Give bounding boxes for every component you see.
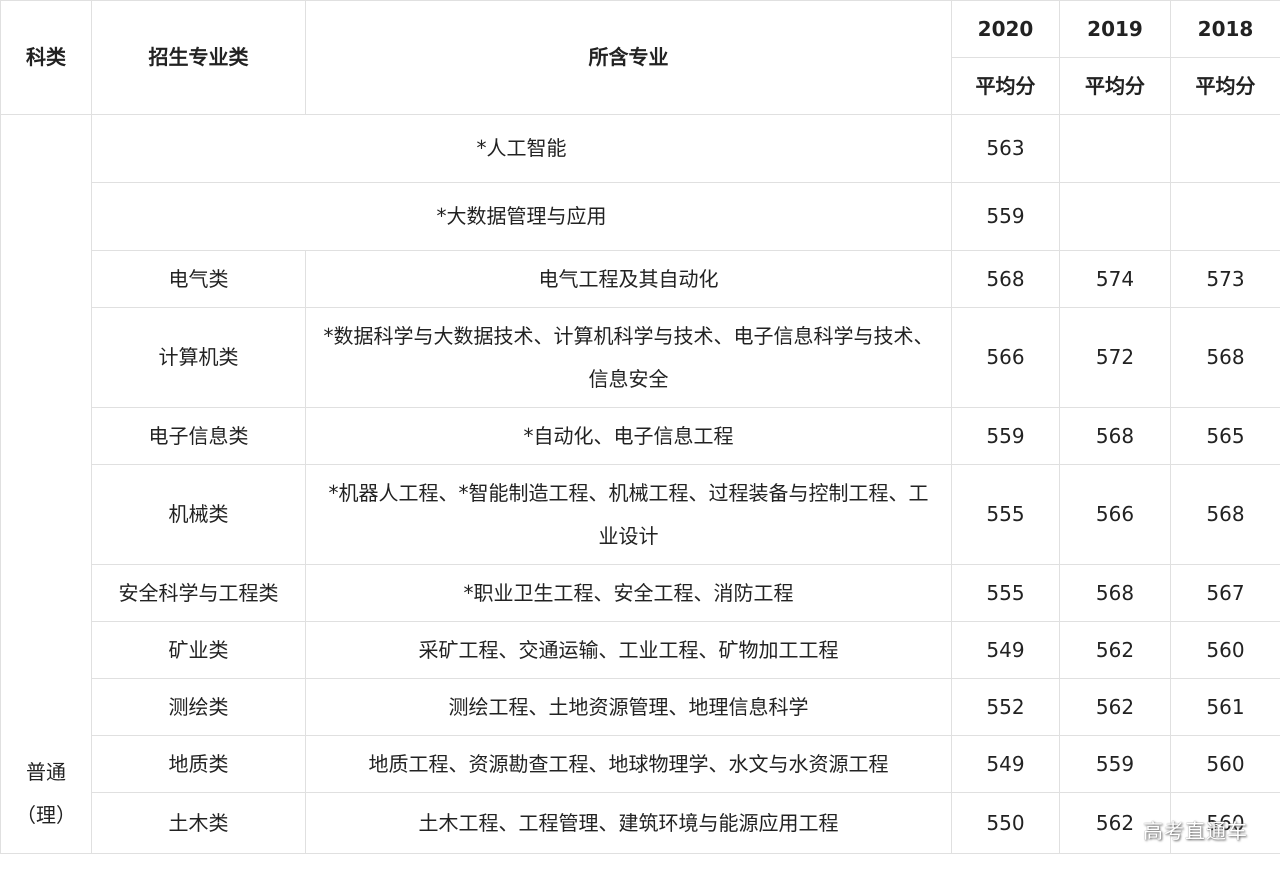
score-2019: 562: [1059, 621, 1171, 679]
majors-cell: 测绘工程、土地资源管理、地理信息科学: [305, 678, 952, 736]
score-2019: 562: [1059, 678, 1171, 736]
score-2020: 549: [951, 621, 1060, 679]
score-2018: 565: [1170, 407, 1280, 465]
header-year-2018: 2018: [1170, 0, 1280, 58]
header-year-2020: 2020: [951, 0, 1060, 58]
majors-cell: 采矿工程、交通运输、工业工程、矿物加工工程: [305, 621, 952, 679]
score-2020: 559: [951, 182, 1060, 251]
score-2020: 559: [951, 407, 1060, 465]
score-2019: 566: [1059, 464, 1171, 565]
category-cell: 地质类: [91, 735, 306, 793]
category-cell: 机械类: [91, 464, 306, 565]
score-2018: 567: [1170, 564, 1280, 622]
table-row: 矿业类 采矿工程、交通运输、工业工程、矿物加工工程 549 562 560: [1, 621, 1280, 679]
category-cell: 电气类: [91, 250, 306, 308]
merged-major-name: *大数据管理与应用: [91, 182, 952, 251]
score-2018: 568: [1170, 464, 1280, 565]
majors-cell: *职业卫生工程、安全工程、消防工程: [305, 564, 952, 622]
score-2019: [1059, 182, 1171, 251]
score-2018: [1170, 182, 1280, 251]
table-row: 电气类 电气工程及其自动化 568 574 573: [1, 250, 1280, 308]
score-2019: 572: [1059, 307, 1171, 408]
table-row: 测绘类 测绘工程、土地资源管理、地理信息科学 552 562 561: [1, 678, 1280, 736]
header-majors: 所含专业: [305, 0, 952, 115]
score-2020: 568: [951, 250, 1060, 308]
merged-major-name: *人工智能: [91, 114, 952, 183]
score-2020: 555: [951, 564, 1060, 622]
category-cell: 计算机类: [91, 307, 306, 408]
score-2020: 552: [951, 678, 1060, 736]
table-row: 安全科学与工程类 *职业卫生工程、安全工程、消防工程 555 568 567: [1, 564, 1280, 622]
score-2018: 560: [1170, 621, 1280, 679]
table-row: 机械类 *机器人工程、*智能制造工程、机械工程、过程装备与控制工程、工业设计 5…: [1, 464, 1280, 565]
majors-cell: *数据科学与大数据技术、计算机科学与技术、电子信息科学与技术、信息安全: [305, 307, 952, 408]
majors-cell: *自动化、电子信息工程: [305, 407, 952, 465]
watermark-text: 高考直通车: [1143, 819, 1248, 843]
header-kelei: 科类: [0, 0, 92, 115]
table-row: 普通 （理） *人工智能 563: [0, 114, 1280, 854]
majors-cell: 地质工程、资源勘查工程、地球物理学、水文与水资源工程: [305, 735, 952, 793]
score-2018: 560: [1170, 735, 1280, 793]
score-2020: 563: [951, 114, 1060, 183]
table-row: 地质类 地质工程、资源勘查工程、地球物理学、水文与水资源工程 549 559 5…: [1, 735, 1280, 793]
kelei-label-line1: 普通: [26, 760, 66, 784]
score-2018: 568: [1170, 307, 1280, 408]
majors-cell: 电气工程及其自动化: [305, 250, 952, 308]
header-year-2019: 2019: [1059, 0, 1171, 58]
score-2019: [1059, 114, 1171, 183]
category-cell: 土木类: [91, 792, 306, 854]
header-category: 招生专业类: [91, 0, 306, 115]
category-cell: 测绘类: [91, 678, 306, 736]
score-2019: 559: [1059, 735, 1171, 793]
score-2018: 561: [1170, 678, 1280, 736]
table-row: 电子信息类 *自动化、电子信息工程 559 568 565: [1, 407, 1280, 465]
score-2019: 568: [1059, 564, 1171, 622]
category-cell: 安全科学与工程类: [91, 564, 306, 622]
score-2020: 549: [951, 735, 1060, 793]
table-row: 计算机类 *数据科学与大数据技术、计算机科学与技术、电子信息科学与技术、信息安全…: [1, 307, 1280, 408]
category-cell: 矿业类: [91, 621, 306, 679]
score-2019: 574: [1059, 250, 1171, 308]
kelei-label-line2: （理）: [16, 803, 76, 827]
kelei-cell: 普通 （理）: [0, 114, 92, 854]
score-2019: 568: [1059, 407, 1171, 465]
score-2020: 555: [951, 464, 1060, 565]
header-avg-2018: 平均分: [1170, 57, 1280, 115]
majors-cell: *机器人工程、*智能制造工程、机械工程、过程装备与控制工程、工业设计: [305, 464, 952, 565]
header-row-years: 科类 招生专业类 所含专业 2020 2019 2018: [0, 0, 1280, 115]
admission-score-table: 科类 招生专业类 所含专业 2020 2019 2018 平均分 平均分 平均分…: [0, 0, 1280, 854]
table-row: 土木类 土木工程、工程管理、建筑环境与能源应用工程 550 562 560: [1, 792, 1280, 854]
score-2018: 573: [1170, 250, 1280, 308]
table-row: *大数据管理与应用 559: [1, 182, 1280, 251]
score-2020: 550: [951, 792, 1060, 854]
header-avg-2020: 平均分: [951, 57, 1060, 115]
score-2018: [1170, 114, 1280, 183]
header-avg-2019: 平均分: [1059, 57, 1171, 115]
score-2020: 566: [951, 307, 1060, 408]
majors-cell: 土木工程、工程管理、建筑环境与能源应用工程: [305, 792, 952, 854]
category-cell: 电子信息类: [91, 407, 306, 465]
